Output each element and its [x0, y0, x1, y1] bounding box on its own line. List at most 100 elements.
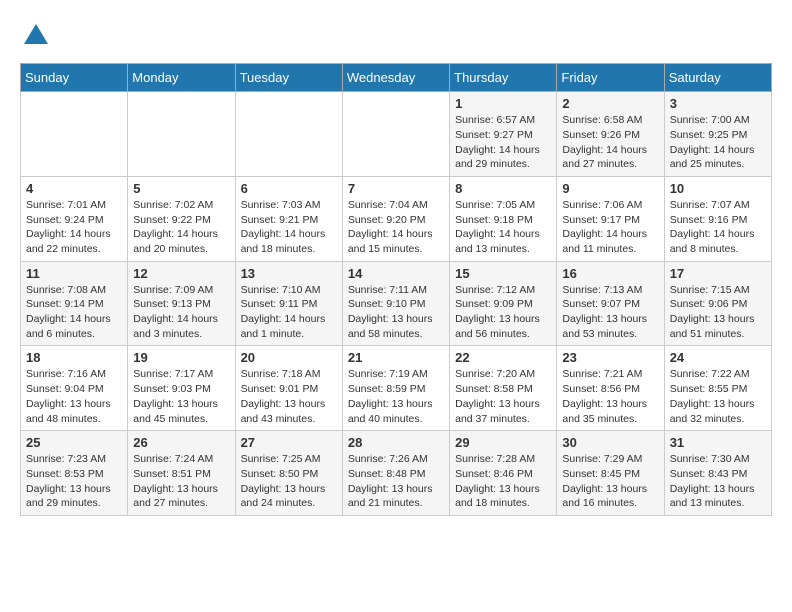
day-number: 5 [133, 181, 229, 196]
day-number: 10 [670, 181, 766, 196]
day-info: Sunrise: 7:30 AMSunset: 8:43 PMDaylight:… [670, 452, 766, 511]
day-info: Sunrise: 7:05 AMSunset: 9:18 PMDaylight:… [455, 198, 551, 257]
day-number: 26 [133, 435, 229, 450]
logo [20, 20, 50, 53]
day-info: Sunrise: 7:26 AMSunset: 8:48 PMDaylight:… [348, 452, 444, 511]
day-info: Sunrise: 7:01 AMSunset: 9:24 PMDaylight:… [26, 198, 122, 257]
day-number: 24 [670, 350, 766, 365]
calendar-cell: 29Sunrise: 7:28 AMSunset: 8:46 PMDayligh… [450, 431, 557, 516]
calendar-cell: 18 Sunrise: 7:16 AMSunset: 9:04 PMDayligh… [21, 346, 128, 431]
day-header-saturday: Saturday [664, 64, 771, 92]
day-header-wednesday: Wednesday [342, 64, 449, 92]
day-number: 28 [348, 435, 444, 450]
calendar-cell [21, 92, 128, 177]
calendar-cell: 19 Sunrise: 7:17 AMSunset: 9:03 PMDayligh… [128, 346, 235, 431]
day-number: 25 [26, 435, 122, 450]
day-info: Sunrise: 7:10 AMSunset: 9:11 PMDaylight:… [241, 283, 337, 342]
calendar-cell: 14 Sunrise: 7:11 AMSunset: 9:10 PMDayligh… [342, 261, 449, 346]
day-info: Sunrise: 7:29 AMSunset: 8:45 PMDaylight:… [562, 452, 658, 511]
day-info: Sunrise: 6:57 AMSunset: 9:27 PMDaylight:… [455, 113, 551, 172]
day-number: 7 [348, 181, 444, 196]
calendar-cell: 7 Sunrise: 7:04 AMSunset: 9:20 PMDaylight… [342, 176, 449, 261]
day-info: Sunrise: 7:11 AMSunset: 9:10 PMDaylight:… [348, 283, 444, 342]
calendar-cell: 28 Sunrise: 7:26 AMSunset: 8:48 PMDayligh… [342, 431, 449, 516]
calendar-cell: 15 Sunrise: 7:12 AMSunset: 9:09 PMDayligh… [450, 261, 557, 346]
calendar-cell: 6 Sunrise: 7:03 AMSunset: 9:21 PMDaylight… [235, 176, 342, 261]
day-number: 2 [562, 96, 658, 111]
day-number: 15 [455, 266, 551, 281]
day-number: 3 [670, 96, 766, 111]
logo-icon [22, 20, 50, 48]
day-info: Sunrise: 7:06 AMSunset: 9:17 PMDaylight:… [562, 198, 658, 257]
day-info: Sunrise: 7:24 AMSunset: 8:51 PMDaylight:… [133, 452, 229, 511]
calendar-cell: 12 Sunrise: 7:09 AMSunset: 9:13 PMDayligh… [128, 261, 235, 346]
day-header-friday: Friday [557, 64, 664, 92]
calendar-cell: 26 Sunrise: 7:24 AMSunset: 8:51 PMDayligh… [128, 431, 235, 516]
day-header-monday: Monday [128, 64, 235, 92]
day-info: Sunrise: 7:09 AMSunset: 9:13 PMDaylight:… [133, 283, 229, 342]
calendar-cell: 5 Sunrise: 7:02 AMSunset: 9:22 PMDaylight… [128, 176, 235, 261]
day-header-tuesday: Tuesday [235, 64, 342, 92]
calendar-cell: 22Sunrise: 7:20 AMSunset: 8:58 PMDayligh… [450, 346, 557, 431]
day-header-thursday: Thursday [450, 64, 557, 92]
day-info: Sunrise: 7:23 AMSunset: 8:53 PMDaylight:… [26, 452, 122, 511]
day-info: Sunrise: 7:18 AMSunset: 9:01 PMDaylight:… [241, 367, 337, 426]
day-number: 16 [562, 266, 658, 281]
calendar-cell: 13 Sunrise: 7:10 AMSunset: 9:11 PMDayligh… [235, 261, 342, 346]
day-number: 4 [26, 181, 122, 196]
day-number: 13 [241, 266, 337, 281]
calendar-cell: 27Sunrise: 7:25 AMSunset: 8:50 PMDayligh… [235, 431, 342, 516]
day-number: 27 [241, 435, 337, 450]
calendar-cell: 17Sunrise: 7:15 AMSunset: 9:06 PMDayligh… [664, 261, 771, 346]
calendar-cell: 23 Sunrise: 7:21 AMSunset: 8:56 PMDayligh… [557, 346, 664, 431]
day-info: Sunrise: 7:22 AMSunset: 8:55 PMDaylight:… [670, 367, 766, 426]
day-number: 18 [26, 350, 122, 365]
calendar-cell: 25 Sunrise: 7:23 AMSunset: 8:53 PMDayligh… [21, 431, 128, 516]
calendar-cell: 2 Sunrise: 6:58 AMSunset: 9:26 PMDaylight… [557, 92, 664, 177]
calendar-cell [235, 92, 342, 177]
calendar-cell: 10 Sunrise: 7:07 AMSunset: 9:16 PMDayligh… [664, 176, 771, 261]
day-info: Sunrise: 7:03 AMSunset: 9:21 PMDaylight:… [241, 198, 337, 257]
calendar-cell: 4 Sunrise: 7:01 AMSunset: 9:24 PMDaylight… [21, 176, 128, 261]
day-number: 23 [562, 350, 658, 365]
calendar-cell: 16 Sunrise: 7:13 AMSunset: 9:07 PMDayligh… [557, 261, 664, 346]
calendar-cell [342, 92, 449, 177]
day-info: Sunrise: 6:58 AMSunset: 9:26 PMDaylight:… [562, 113, 658, 172]
day-number: 6 [241, 181, 337, 196]
day-info: Sunrise: 7:28 AMSunset: 8:46 PMDaylight:… [455, 452, 551, 511]
calendar-cell: 8 Sunrise: 7:05 AMSunset: 9:18 PMDaylight… [450, 176, 557, 261]
calendar-cell: 21 Sunrise: 7:19 AMSunset: 8:59 PMDayligh… [342, 346, 449, 431]
day-number: 19 [133, 350, 229, 365]
day-info: Sunrise: 7:20 AMSunset: 8:58 PMDaylight:… [455, 367, 551, 426]
day-number: 1 [455, 96, 551, 111]
day-info: Sunrise: 7:02 AMSunset: 9:22 PMDaylight:… [133, 198, 229, 257]
day-number: 20 [241, 350, 337, 365]
day-info: Sunrise: 7:17 AMSunset: 9:03 PMDaylight:… [133, 367, 229, 426]
day-number: 11 [26, 266, 122, 281]
calendar-cell: 9 Sunrise: 7:06 AMSunset: 9:17 PMDaylight… [557, 176, 664, 261]
day-number: 17 [670, 266, 766, 281]
calendar-table: SundayMondayTuesdayWednesdayThursdayFrid… [20, 63, 772, 516]
calendar-cell: 31Sunrise: 7:30 AMSunset: 8:43 PMDayligh… [664, 431, 771, 516]
day-number: 21 [348, 350, 444, 365]
calendar-cell: 20 Sunrise: 7:18 AMSunset: 9:01 PMDayligh… [235, 346, 342, 431]
day-info: Sunrise: 7:16 AMSunset: 9:04 PMDaylight:… [26, 367, 122, 426]
day-info: Sunrise: 7:04 AMSunset: 9:20 PMDaylight:… [348, 198, 444, 257]
calendar-cell: 1 Sunrise: 6:57 AMSunset: 9:27 PMDaylight… [450, 92, 557, 177]
day-number: 9 [562, 181, 658, 196]
day-number: 30 [562, 435, 658, 450]
calendar-cell: 30 Sunrise: 7:29 AMSunset: 8:45 PMDayligh… [557, 431, 664, 516]
day-info: Sunrise: 7:13 AMSunset: 9:07 PMDaylight:… [562, 283, 658, 342]
calendar-cell [128, 92, 235, 177]
day-number: 8 [455, 181, 551, 196]
day-info: Sunrise: 7:12 AMSunset: 9:09 PMDaylight:… [455, 283, 551, 342]
day-info: Sunrise: 7:21 AMSunset: 8:56 PMDaylight:… [562, 367, 658, 426]
day-header-sunday: Sunday [21, 64, 128, 92]
day-info: Sunrise: 7:19 AMSunset: 8:59 PMDaylight:… [348, 367, 444, 426]
day-number: 14 [348, 266, 444, 281]
calendar-cell: 11Sunrise: 7:08 AMSunset: 9:14 PMDayligh… [21, 261, 128, 346]
day-info: Sunrise: 7:07 AMSunset: 9:16 PMDaylight:… [670, 198, 766, 257]
calendar-cell: 24 Sunrise: 7:22 AMSunset: 8:55 PMDayligh… [664, 346, 771, 431]
day-number: 12 [133, 266, 229, 281]
page-header [20, 20, 772, 53]
